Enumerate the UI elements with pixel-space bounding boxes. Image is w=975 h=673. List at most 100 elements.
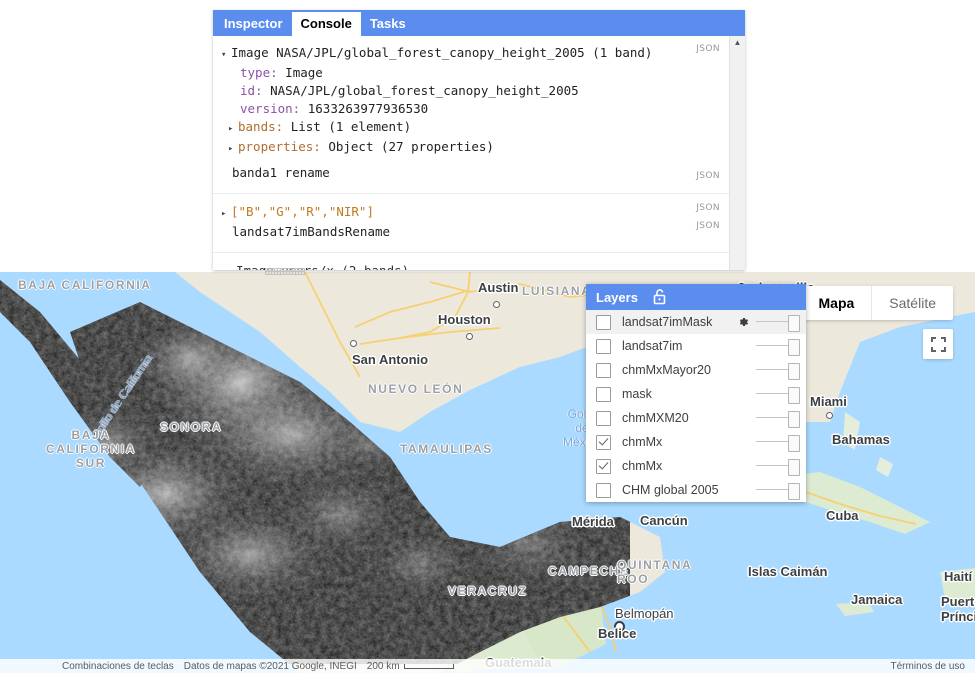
console-entry[interactable]: ▾ Image NASA/JPL/global_forest_canopy_hei…	[213, 42, 730, 186]
console-output[interactable]: ▾ Image NASA/JPL/global_forest_canopy_hei…	[213, 36, 730, 270]
slider-knob[interactable]	[788, 387, 800, 404]
slider-track	[756, 345, 790, 346]
layer-opacity-slider[interactable]	[756, 315, 800, 332]
tab-console[interactable]: Console	[291, 12, 361, 36]
console-resize-handle[interactable]	[265, 268, 305, 275]
slider-track	[756, 321, 790, 322]
layers-panel-header: Layers	[586, 284, 806, 310]
layers-list[interactable]: landsat7imMask landsat7im chmMxMayor20 mask…	[586, 310, 806, 502]
console-prop-value: NASA/JPL/global_forest_canopy_height_200…	[270, 83, 579, 98]
layer-name: chmMXM20	[622, 411, 689, 425]
attribution-shortcuts[interactable]: Combinaciones de teclas	[62, 661, 174, 672]
console-scrollbar[interactable]: ▲	[729, 36, 745, 270]
layer-opacity-slider[interactable]	[756, 459, 800, 476]
fullscreen-button[interactable]	[923, 329, 953, 359]
layers-panel[interactable]: Layers landsat7imMask landsat7im chmMxMayo…	[586, 284, 806, 502]
slider-track	[756, 417, 790, 418]
scale-label: 200 km	[366, 660, 400, 672]
console-entry-header: Image NASA/JPL/global_forest_canopy_heig…	[231, 45, 653, 60]
map-attribution: Combinaciones de teclas Datos de mapas ©…	[0, 659, 975, 673]
slider-knob[interactable]	[788, 315, 800, 332]
gear-placeholder	[736, 411, 750, 425]
unlocked-padlock-icon[interactable]	[652, 289, 667, 305]
layer-name: mask	[622, 387, 652, 401]
layer-row[interactable]: mask	[586, 382, 806, 406]
layer-row[interactable]: chmMXM20	[586, 406, 806, 430]
layer-checkbox[interactable]	[596, 458, 611, 474]
slider-knob[interactable]	[788, 435, 800, 452]
layer-opacity-slider[interactable]	[756, 483, 800, 500]
scrollbar-up-arrow-icon[interactable]: ▲	[730, 36, 745, 50]
console-prop-value: Image	[285, 65, 323, 80]
slider-track	[756, 441, 790, 442]
layer-name: chmMx	[622, 459, 663, 473]
gear-placeholder	[736, 483, 750, 497]
layer-checkbox[interactable]	[596, 338, 611, 354]
console-prop-key: type:	[240, 65, 278, 80]
layer-name: CHM global 2005	[622, 483, 719, 497]
layer-row[interactable]: landsat7im	[586, 334, 806, 358]
json-label[interactable]: JSON	[696, 44, 720, 54]
map-type-satelite[interactable]: Satélite	[871, 286, 953, 320]
expand-arrow-icon[interactable]: ▸	[228, 140, 238, 158]
slider-knob[interactable]	[788, 339, 800, 356]
layer-checkbox[interactable]	[596, 482, 611, 498]
map-scale-bar: 200 km	[367, 661, 454, 672]
city-dot	[493, 301, 500, 308]
slider-track	[756, 465, 790, 466]
layer-name: landsat7imMask	[622, 315, 713, 329]
json-label[interactable]: JSON	[696, 171, 720, 181]
slider-knob[interactable]	[788, 459, 800, 476]
tab-tasks[interactable]: Tasks	[361, 12, 415, 36]
console-prop-key: id:	[240, 83, 263, 98]
layer-checkbox[interactable]	[596, 362, 611, 378]
layer-row[interactable]: landsat7imMask	[586, 310, 806, 334]
layer-checkbox[interactable]	[596, 434, 611, 450]
console-prop-row[interactable]: ▸ properties: Object (27 properties)	[213, 138, 730, 158]
layer-opacity-slider[interactable]	[756, 339, 800, 356]
gear-icon[interactable]	[736, 315, 750, 329]
attribution-data: Datos de mapas ©2021 Google, INEGI	[183, 660, 357, 672]
console-entry-header-line[interactable]: ▾ Image NASA/JPL/global_forest_canopy_hei…	[213, 44, 730, 64]
layer-row[interactable]: CHM global 2005	[586, 478, 806, 502]
map-type-control[interactable]: Mapa Satélite	[801, 286, 953, 320]
console-entry-header-line[interactable]: ▸ ["B","G","R","NIR"]	[213, 203, 730, 223]
console-prop-row[interactable]: ▸ bands: List (1 element)	[213, 118, 730, 138]
layer-opacity-slider[interactable]	[756, 363, 800, 380]
layer-name: landsat7im	[622, 339, 683, 353]
tab-inspector[interactable]: Inspector	[215, 12, 292, 36]
console-panel[interactable]: Inspector Console Tasks ▾ Image NASA/JPL/gl…	[213, 10, 745, 275]
console-prop-row: id: NASA/JPL/global_forest_canopy_height…	[213, 82, 730, 100]
console-prop-row: version: 1633263977936530	[213, 100, 730, 118]
layer-row[interactable]: chmMx	[586, 454, 806, 478]
console-entry-footer: banda1 rename	[232, 165, 330, 180]
slider-knob[interactable]	[788, 363, 800, 380]
layer-opacity-slider[interactable]	[756, 387, 800, 404]
slider-knob[interactable]	[788, 411, 800, 428]
capital-dot	[614, 621, 625, 632]
gear-placeholder	[736, 363, 750, 377]
console-body[interactable]: ▾ Image NASA/JPL/global_forest_canopy_hei…	[213, 36, 745, 270]
layer-checkbox[interactable]	[596, 314, 611, 330]
layer-opacity-slider[interactable]	[756, 411, 800, 428]
expand-arrow-icon[interactable]: ▾	[221, 46, 231, 64]
layer-row[interactable]: chmMx	[586, 430, 806, 454]
console-entry[interactable]: ▸ ["B","G","R","NIR"] JSON landsat7imBand…	[213, 193, 730, 245]
slider-track	[756, 393, 790, 394]
json-label[interactable]: JSON	[696, 203, 720, 213]
slider-knob[interactable]	[788, 483, 800, 500]
expand-arrow-icon[interactable]: ▸	[221, 205, 231, 223]
console-prop-key: properties:	[238, 139, 321, 154]
map-canvas[interactable]: JacksonvilleAustinHoustonSan AntonioLUIS…	[0, 272, 975, 673]
console-prop-value: List (1 element)	[290, 119, 412, 134]
map-type-mapa[interactable]: Mapa	[802, 286, 872, 320]
layer-row[interactable]: chmMxMayor20	[586, 358, 806, 382]
expand-arrow-icon[interactable]: ▸	[228, 120, 238, 138]
console-prop-key: version:	[240, 101, 301, 116]
layer-opacity-slider[interactable]	[756, 435, 800, 452]
console-tabbar[interactable]: Inspector Console Tasks	[213, 10, 745, 36]
attribution-terms[interactable]: Términos de uso	[891, 661, 965, 672]
json-label[interactable]: JSON	[696, 221, 720, 231]
layer-checkbox[interactable]	[596, 410, 611, 426]
layer-checkbox[interactable]	[596, 386, 611, 402]
